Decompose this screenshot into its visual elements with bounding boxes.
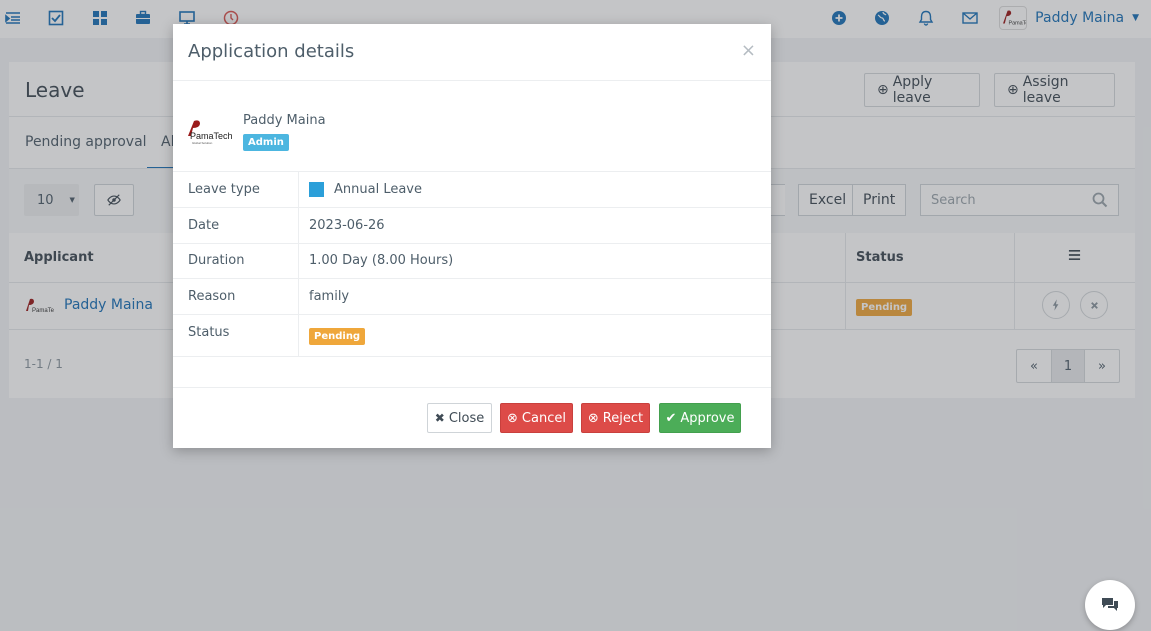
detail-row-date: Date 2023-06-26: [173, 208, 771, 244]
detail-row-reason: Reason family: [173, 279, 771, 315]
status-badge: Pending: [309, 328, 366, 345]
cancel-circle-icon: ⊗: [507, 410, 518, 426]
role-badge: Admin: [243, 134, 289, 151]
detail-label: Leave type: [188, 182, 260, 197]
detail-row-duration: Duration 1.00 Day (8.00 Hours): [173, 244, 771, 279]
check-circle-icon: ✔: [665, 410, 677, 426]
close-icon: ✖: [434, 411, 445, 425]
reject-circle-icon: ⊗: [587, 410, 599, 426]
close-button[interactable]: ✖ Close: [427, 403, 492, 433]
logo-tagline: Global Solution: [192, 141, 213, 145]
cancel-button[interactable]: ⊗ Cancel: [500, 403, 573, 433]
detail-label: Reason: [188, 289, 236, 304]
detail-value: Annual Leave: [309, 182, 422, 197]
logo-text: PamaTech: [190, 131, 233, 141]
modal-title: Application details: [188, 41, 355, 62]
chat-button[interactable]: [1085, 580, 1135, 630]
detail-value: 2023-06-26: [309, 218, 385, 233]
modal-footer: [173, 387, 771, 388]
detail-label: Duration: [188, 253, 245, 268]
applicant-name: Paddy Maina: [243, 113, 326, 128]
detail-label: Status: [188, 325, 230, 340]
applicant-card: PamaTech Global Solution Paddy Maina Adm…: [173, 81, 771, 172]
detail-row-leave-type: Leave type Annual Leave: [173, 172, 771, 208]
close-icon[interactable]: ×: [741, 40, 756, 61]
detail-label: Date: [188, 218, 220, 233]
detail-value: Pending: [309, 328, 366, 345]
leave-type-color-swatch: [309, 182, 324, 197]
approve-button[interactable]: ✔ Approve: [659, 403, 741, 433]
chat-icon: [1102, 598, 1118, 611]
detail-value: family: [309, 289, 350, 304]
detail-value: 1.00 Day (8.00 Hours): [309, 253, 454, 268]
detail-row-status: Status Pending: [173, 315, 771, 357]
reject-button[interactable]: ⊗ Reject: [581, 403, 650, 433]
application-details-modal: Application details × PamaTech Global So…: [173, 24, 771, 448]
company-logo: PamaTech Global Solution: [188, 120, 233, 145]
modal-header: Application details ×: [173, 24, 771, 81]
